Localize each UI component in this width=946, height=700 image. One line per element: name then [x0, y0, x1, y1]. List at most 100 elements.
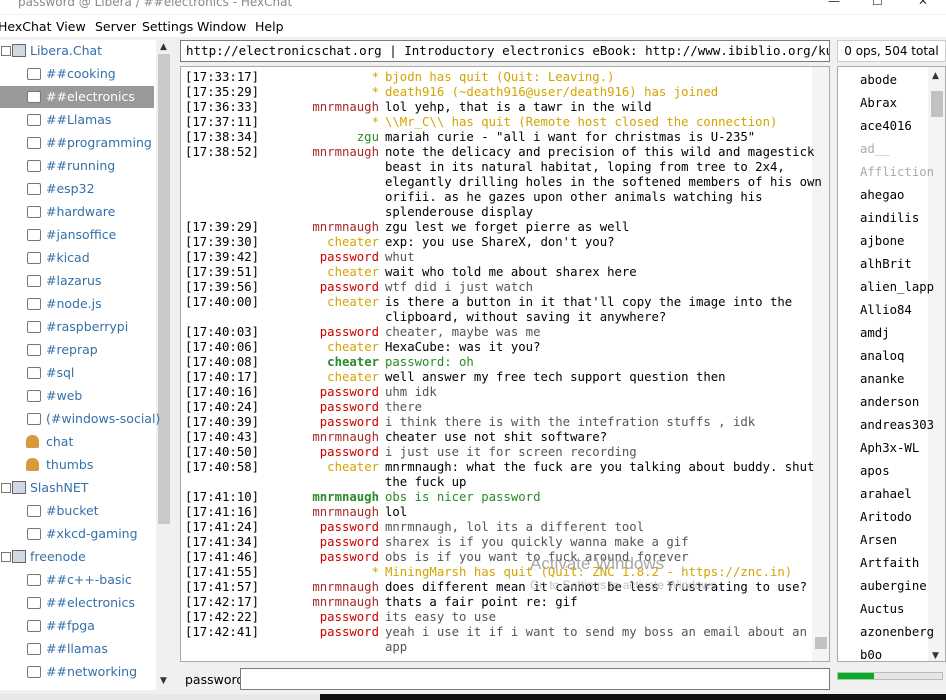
maximize-button[interactable]: ☐ — [872, 0, 883, 8]
user-list-item[interactable]: Artfaith — [860, 556, 919, 570]
nick-label[interactable]: cheater — [185, 235, 379, 250]
nick-label[interactable]: cheater — [185, 370, 379, 385]
user-list-item[interactable]: Aritodo — [860, 510, 912, 524]
user-list-item[interactable]: ahegao — [860, 188, 904, 202]
message-input[interactable] — [240, 668, 830, 690]
tree-channel[interactable]: ##Llamas — [0, 109, 154, 131]
nick-label[interactable]: password — [185, 250, 379, 265]
tree-network[interactable]: freenode — [1, 546, 154, 568]
nick-label[interactable]: password — [185, 625, 379, 640]
tree-channel[interactable]: #reprap — [0, 339, 154, 361]
user-list-item[interactable]: alhBrit — [860, 257, 912, 271]
user-list-item[interactable]: analoq — [860, 349, 904, 363]
nick-label[interactable]: cheater — [185, 265, 379, 280]
tree-channel[interactable]: #node.js — [0, 293, 154, 315]
tree-channel[interactable]: ##fpga — [0, 615, 154, 637]
nick-label[interactable]: password — [185, 325, 379, 340]
tree-channel[interactable]: #kicad — [0, 247, 154, 269]
user-list-item[interactable]: abode — [860, 73, 897, 87]
user-list-scroll-thumb[interactable] — [931, 91, 943, 117]
collapse-icon[interactable] — [1, 46, 11, 56]
user-list-item[interactable]: amdj — [860, 326, 890, 340]
user-list-item[interactable]: aindilis — [860, 211, 919, 225]
collapse-icon[interactable] — [1, 552, 11, 562]
nick-label[interactable]: mnrmnaugh — [185, 505, 379, 520]
tree-channel[interactable]: ##programming — [0, 132, 154, 154]
tree-channel[interactable]: #jansoffice — [0, 224, 154, 246]
tree-channel[interactable]: ##electronics — [0, 592, 154, 614]
tree-channel[interactable]: ##running — [0, 155, 154, 177]
nick-label[interactable]: password — [185, 400, 379, 415]
chat-scroll-thumb[interactable] — [815, 637, 827, 649]
tree-network[interactable]: Libera.Chat — [1, 40, 154, 62]
menu-hexchat[interactable]: HexChat — [0, 19, 51, 34]
user-list-item[interactable]: Abrax — [860, 96, 897, 110]
user-list-item[interactable]: Aph3x-WL — [860, 441, 919, 455]
user-list-item[interactable]: ad__ — [860, 142, 890, 156]
tree-channel[interactable]: (#windows-social) — [0, 408, 160, 430]
menu-window[interactable]: Window — [197, 19, 246, 34]
menu-help[interactable]: Help — [255, 19, 284, 34]
menu-settings[interactable]: Settings — [142, 19, 193, 34]
tree-channel[interactable]: ##networking — [0, 661, 154, 683]
nick-label[interactable]: * — [185, 70, 379, 85]
nick-label[interactable]: cheater — [185, 460, 379, 475]
nick-label[interactable]: mnrmnaugh — [185, 595, 379, 610]
user-list-item[interactable]: arahael — [860, 487, 912, 501]
nick-label[interactable]: password — [185, 445, 379, 460]
user-list[interactable]: ▲ ▼ abode Abrax ace4016 ad__ Affliction ahega… — [837, 66, 946, 662]
user-list-item[interactable]: alien_lapp — [860, 280, 934, 294]
user-scroll-down-icon[interactable]: ▼ — [932, 651, 939, 661]
minimize-button[interactable]: — — [828, 0, 840, 8]
tree-channel[interactable]: ##cooking — [0, 63, 154, 85]
tree-network[interactable]: SlashNET — [1, 477, 154, 499]
scroll-up-icon[interactable]: ▲ — [160, 42, 167, 52]
nick-button[interactable]: password — [185, 672, 244, 687]
nick-label[interactable]: mnrmnaugh — [185, 580, 379, 595]
user-list-item[interactable]: azonenberg — [860, 625, 934, 639]
menu-server[interactable]: Server — [95, 19, 136, 34]
user-list-item[interactable]: apos — [860, 464, 890, 478]
nick-label[interactable]: mnrmnaugh — [185, 100, 379, 115]
user-list-scrollbar[interactable] — [928, 67, 945, 661]
tree-channel[interactable]: #hardware — [0, 201, 154, 223]
user-list-item[interactable]: ajbone — [860, 234, 904, 248]
nick-label[interactable]: password — [185, 415, 379, 430]
user-list-item[interactable]: b0o — [860, 648, 882, 661]
user-list-item[interactable]: Affliction — [860, 165, 934, 179]
nick-label[interactable]: password — [185, 520, 379, 535]
tree-channel[interactable]: thumbs — [0, 454, 154, 476]
user-list-item[interactable]: andreas303 — [860, 418, 934, 432]
tree-channel[interactable]: #xkcd-gaming — [0, 523, 154, 545]
tree-channel[interactable]: #raspberrypi — [0, 316, 154, 338]
nick-label[interactable]: * — [185, 85, 379, 100]
user-list-item[interactable]: Allio84 — [860, 303, 912, 317]
nick-label[interactable]: cheater — [185, 295, 379, 310]
nick-label[interactable]: mnrmnaugh — [185, 145, 379, 160]
tree-channel[interactable]: #lazarus — [0, 270, 154, 292]
menu-view[interactable]: View — [56, 19, 86, 34]
nick-label[interactable]: password — [185, 550, 379, 565]
topic-bar[interactable]: http://electronicschat.org | Introductor… — [180, 40, 830, 62]
tree-channel[interactable]: #bucket — [0, 500, 154, 522]
nick-label[interactable]: cheater — [185, 340, 379, 355]
tree-channel[interactable]: ##llamas — [0, 638, 154, 660]
user-list-item[interactable]: ananke — [860, 372, 904, 386]
nick-label[interactable]: * — [185, 115, 379, 130]
scroll-down-icon[interactable]: ▼ — [160, 676, 167, 686]
channel-tree[interactable]: ▲ ▼ Libera.Chat ##cooking ##electronics ##L… — [0, 40, 172, 690]
tree-channel[interactable]: ##c++-basic — [0, 569, 154, 591]
nick-label[interactable]: zgu — [185, 130, 379, 145]
tree-channel[interactable]: #web — [0, 385, 154, 407]
user-list-item[interactable]: ace4016 — [860, 119, 912, 133]
chat-scrollbar[interactable] — [812, 67, 829, 661]
nick-label[interactable]: password — [185, 610, 379, 625]
nick-label[interactable]: password — [185, 280, 379, 295]
nick-label[interactable]: mnrmnaugh — [185, 220, 379, 235]
user-list-item[interactable]: Arsen — [860, 533, 897, 547]
collapse-icon[interactable] — [1, 483, 11, 493]
user-scroll-up-icon[interactable]: ▲ — [932, 71, 939, 81]
channel-tree-scroll-thumb[interactable] — [158, 54, 170, 524]
user-list-item[interactable]: anderson — [860, 395, 919, 409]
nick-label[interactable]: mnrmnaugh — [185, 490, 379, 505]
